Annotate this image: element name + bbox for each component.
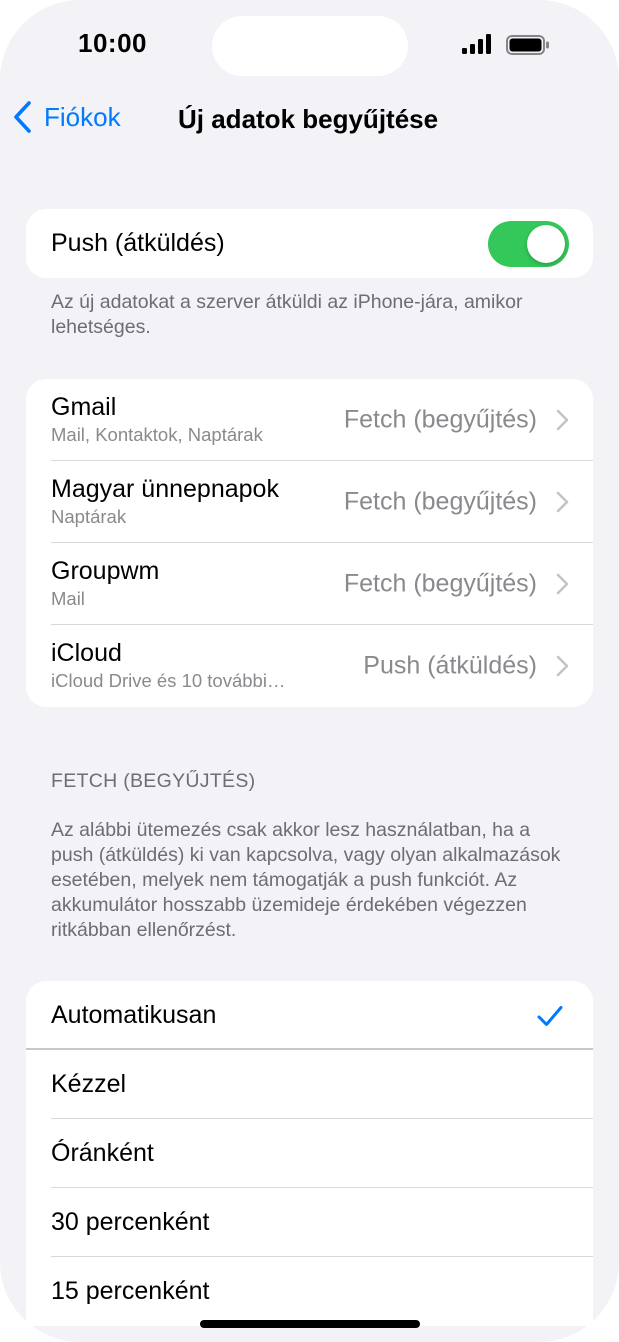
battery-icon: [506, 35, 549, 55]
account-services: iCloud Drive és 10 további…: [51, 670, 286, 691]
chevron-right-icon: [556, 573, 569, 595]
account-mode: Fetch (begyűjtés): [343, 405, 537, 434]
account-row-gmail[interactable]: Gmail Mail, Kontaktok, Naptárak Fetch (b…: [26, 379, 593, 461]
phone-screen: 10:00 Fiókok Új adatok begyűjtése Push (…: [0, 0, 619, 1342]
checkmark-icon: [537, 1005, 563, 1026]
schedule-option-hourly[interactable]: Óránként: [26, 1119, 593, 1188]
schedule-option-label: Automatikusan: [51, 1001, 217, 1029]
chevron-right-icon: [556, 409, 569, 431]
schedule-option-label: Kézzel: [51, 1070, 127, 1098]
page-title: Új adatok begyűjtése: [178, 104, 439, 134]
back-button[interactable]: Fiókok: [12, 100, 121, 134]
fetch-section-header: FETCH (BEGYŰJTÉS): [51, 770, 256, 792]
push-group: Push (átküldés): [26, 209, 593, 278]
account-mode: Fetch (begyűjtés): [343, 569, 537, 598]
account-row-holidays[interactable]: Magyar ünnepnapok Naptárak Fetch (begyűj…: [26, 461, 593, 543]
home-indicator[interactable]: [200, 1320, 420, 1328]
signal-icon: [462, 34, 491, 54]
schedule-option-label: 15 percenként: [51, 1277, 210, 1305]
fetch-description: Az alábbi ütemezés csak akkor lesz haszn…: [51, 819, 561, 941]
fetch-schedule-group: Automatikusan Kézzel Óránként 30 percenk…: [26, 981, 593, 1326]
schedule-option-15min[interactable]: 15 percenként: [26, 1257, 593, 1326]
account-name: iCloud: [51, 639, 122, 667]
schedule-option-label: 30 percenként: [51, 1208, 210, 1236]
account-services: Mail, Kontaktok, Naptárak: [51, 424, 263, 445]
chevron-right-icon: [556, 655, 569, 677]
account-name: Groupwm: [51, 557, 160, 585]
schedule-option-automatic[interactable]: Automatikusan: [26, 981, 593, 1050]
back-button-label: Fiókok: [44, 101, 121, 132]
account-name: Gmail: [51, 393, 117, 421]
account-services: Mail: [51, 588, 85, 609]
account-mode: Push (átküldés): [363, 651, 537, 680]
account-row-icloud[interactable]: iCloud iCloud Drive és 10 további… Push …: [26, 625, 593, 707]
accounts-group: Gmail Mail, Kontaktok, Naptárak Fetch (b…: [26, 379, 593, 707]
chevron-right-icon: [556, 491, 569, 513]
push-label: Push (átküldés): [51, 229, 225, 257]
account-row-groupwm[interactable]: Groupwm Mail Fetch (begyűjtés): [26, 543, 593, 625]
push-row: Push (átküldés): [26, 209, 593, 278]
account-mode: Fetch (begyűjtés): [343, 487, 537, 516]
schedule-option-label: Óránként: [51, 1139, 154, 1167]
push-footer: Az új adatokat a szerver átküldi az iPho…: [51, 291, 523, 338]
chevron-left-icon: [14, 101, 31, 133]
push-toggle[interactable]: [488, 221, 569, 267]
status-time: 10:00: [78, 28, 147, 58]
account-services: Naptárak: [51, 506, 127, 527]
dynamic-island: [212, 16, 408, 76]
toggle-knob: [527, 225, 565, 263]
schedule-option-manual[interactable]: Kézzel: [26, 1050, 593, 1119]
account-name: Magyar ünnepnapok: [51, 475, 279, 503]
schedule-option-30min[interactable]: 30 percenként: [26, 1188, 593, 1257]
